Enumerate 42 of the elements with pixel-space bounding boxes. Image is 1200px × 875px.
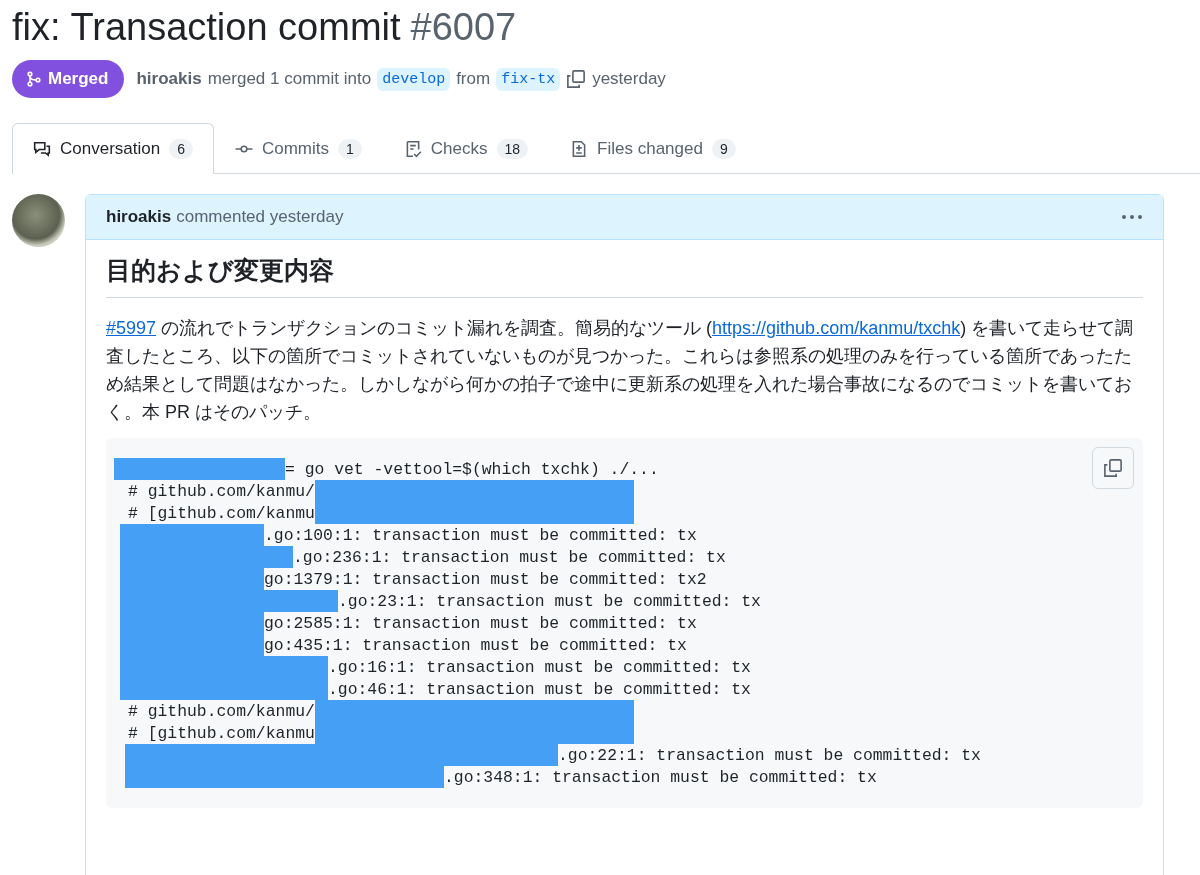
- code-line: go:1379:1: transaction must be committed: tx2: [264, 569, 707, 589]
- copy-icon: [1103, 458, 1123, 478]
- link[interactable]: https://github.com/kanmu/txchk: [712, 318, 961, 338]
- author-name[interactable]: hiroakis: [136, 69, 202, 89]
- head-branch[interactable]: fix-tx: [496, 67, 561, 91]
- code-line: .go:23:1: transaction must be committed: tx: [338, 591, 761, 611]
- merge-icon: [26, 71, 42, 87]
- comment-paragraph: #5997 の流れでトランザクションのコミット漏れを調査。簡易的なツール (https://github.com/kanmu/txchk) を書いて走らせて調査したところ、以下の箇所でコミットされていないものが見つかった。これらは参照系の処理のみを行っている箇所であったため結果として問題はなかった。しかしながら何かの拍子で途中に更新系の処理を入れた場合事故になるのでコミットを書いておく。本 PR はそのパッチ。: [106, 317, 1135, 424]
- code-line: go:2585:1: transaction must be committed: tx: [264, 613, 697, 633]
- tab-count: 1: [338, 138, 362, 159]
- code-line: # [github.com/kanmu: [128, 723, 315, 743]
- code-line: go:435:1: transaction must be committed: tx: [264, 635, 687, 655]
- pr-title: fix: Transaction commit: [12, 5, 401, 50]
- tab-count: 6: [169, 139, 193, 159]
- from-text: from: [456, 69, 491, 89]
- code-line: # github.com/kanmu/: [128, 701, 315, 721]
- merged-status-badge: Merged: [12, 60, 125, 98]
- tab-count: 18: [496, 138, 529, 159]
- code-line: = go vet -vettool=$(which txchk) ./...: [285, 459, 659, 479]
- code-line: # [github.com/kanmu: [128, 503, 315, 523]
- code-line: .go:100:1: transaction must be committed: tx: [264, 525, 697, 545]
- code-line: .go:22:1: transaction must be committed: tx: [558, 745, 981, 765]
- merge-text: merged 1 commit into: [207, 69, 372, 89]
- base-branch[interactable]: develop: [377, 67, 451, 91]
- comment-meta: commented yesterday: [176, 207, 344, 227]
- copy-button[interactable]: [1092, 447, 1134, 489]
- comment-author[interactable]: hiroakis: [106, 207, 172, 227]
- copy-icon[interactable]: [566, 69, 587, 89]
- code-line: .go:46:1: transaction must be committed: tx: [328, 679, 751, 699]
- code-line: .go:348:1: transaction must be committed: tx: [444, 767, 877, 787]
- tab-count: 9: [711, 138, 736, 159]
- code-line: # github.com/kanmu/: [128, 481, 315, 501]
- code-line: .go:16:1: transaction must be committed: tx: [328, 657, 751, 677]
- speech-bubbles-icon: [33, 140, 51, 158]
- comment-heading: 目的および変更内容: [106, 254, 1143, 298]
- code-line: .go:236:1: transaction must be committed: tx: [293, 547, 726, 567]
- pr-number: #6007: [410, 5, 517, 50]
- link[interactable]: #5997: [106, 318, 157, 338]
- merge-time: yesterday: [592, 69, 666, 89]
- more-options-icon[interactable]: [1121, 214, 1143, 220]
- tab[interactable]: Conversation 6: [12, 123, 214, 174]
- avatar[interactable]: [12, 194, 65, 247]
